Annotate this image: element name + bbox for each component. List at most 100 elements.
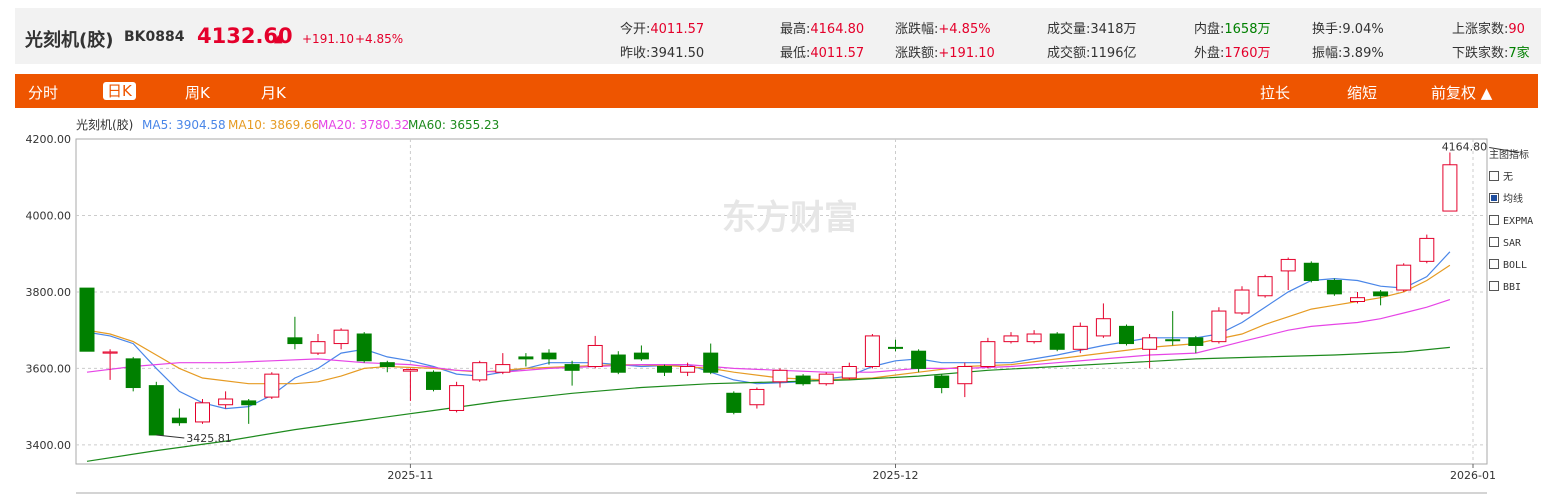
indicator-option-label: 均线	[1503, 194, 1523, 205]
stat-item: 涨跌幅:+4.85%	[895, 18, 991, 37]
watermark-text: 东方财富	[722, 198, 858, 238]
low-annotation: 3425.81	[186, 432, 232, 445]
kline-chart[interactable]: 3400.00 3600.00 3800.00 4000.00 4200.00 2025-…	[0, 112, 1541, 496]
candle-down	[518, 356, 534, 360]
stat-item: 外盘:1760万	[1194, 42, 1270, 61]
checkbox-icon[interactable]	[1489, 171, 1499, 181]
tab-weekly-k[interactable]: 周K	[185, 82, 210, 103]
indicator-option-label: EXPMA	[1503, 216, 1534, 227]
checkbox-icon[interactable]	[1489, 259, 1499, 269]
y-tick-label: 4200.00	[26, 133, 72, 146]
candle-up	[1095, 318, 1111, 337]
indicator-option[interactable]: BBI	[1489, 277, 1541, 299]
x-tick-label: 2025-11	[387, 469, 433, 482]
candle-down	[426, 371, 441, 390]
legend-name: 光刻机(胶)	[76, 117, 133, 132]
candle-up	[1234, 289, 1250, 314]
candle-up	[680, 366, 696, 373]
candle-down	[726, 392, 742, 413]
candle-up	[1396, 264, 1412, 291]
indicator-option[interactable]: SAR	[1489, 233, 1541, 255]
candle-up	[264, 373, 280, 398]
stat-item: 上涨家数:90	[1452, 18, 1525, 37]
candle-up	[333, 329, 349, 345]
candle-up	[310, 341, 326, 354]
legend-item: MA20: 3780.32	[318, 118, 409, 132]
y-tick-label: 3400.00	[26, 439, 72, 452]
candle-up	[749, 388, 765, 406]
candle-down	[125, 358, 141, 389]
tab-monthly-k[interactable]: 月K	[261, 82, 286, 103]
candle-up	[195, 402, 210, 423]
adjust-mode-dropdown[interactable]: 前复权 ▲	[1431, 82, 1492, 103]
stat-value: 1196亿	[1090, 46, 1137, 61]
candle-down	[1303, 262, 1319, 281]
stat-item: 振幅:3.89%	[1312, 42, 1384, 61]
checkbox-icon[interactable]	[1489, 237, 1499, 247]
plot-frame	[75, 138, 1488, 465]
up-arrow-icon: ▲	[274, 32, 283, 45]
stat-label: 振幅:	[1312, 46, 1343, 61]
candle-up	[472, 362, 488, 381]
stat-label: 昨收:	[620, 46, 651, 61]
stat-value: +4.85%	[938, 22, 991, 37]
stat-label: 涨跌幅:	[895, 22, 939, 37]
stat-item: 成交量:3418万	[1047, 18, 1136, 37]
candle-down	[287, 337, 303, 345]
stretch-button[interactable]: 拉长	[1260, 82, 1290, 103]
stat-value: +191.10	[938, 46, 995, 61]
stat-value: 4164.80	[810, 22, 865, 37]
indicator-option-label: BBI	[1503, 282, 1522, 293]
candle-down	[657, 366, 672, 373]
candle-down	[633, 352, 649, 360]
stat-item: 涨跌额:+191.10	[895, 42, 995, 61]
indicator-option-label: 无	[1503, 172, 1513, 183]
indicator-option[interactable]: EXPMA	[1489, 211, 1541, 233]
stat-item: 内盘:1658万	[1194, 18, 1270, 37]
candle-up	[587, 344, 603, 367]
stat-label: 换手:	[1312, 22, 1343, 37]
indicator-option[interactable]: BOLL	[1489, 255, 1541, 277]
stat-item: 最高:4164.80	[780, 18, 864, 37]
candle-up	[1419, 237, 1435, 262]
candle-down	[241, 400, 257, 406]
stat-item: 成交额:1196亿	[1047, 42, 1136, 61]
y-tick-label: 4000.00	[26, 209, 72, 222]
indicator-panel: 主图指标 无均线 EXPMA SAR BOLL BBI	[1489, 145, 1541, 299]
checkbox-icon[interactable]	[1489, 193, 1499, 203]
price-change-pct: +4.85%	[355, 32, 404, 46]
tab-intraday[interactable]: 分时	[28, 82, 58, 103]
indicator-option-label: BOLL	[1503, 260, 1528, 271]
stat-value: 90	[1508, 22, 1525, 37]
candle-up	[1211, 310, 1227, 343]
candle-down	[610, 354, 626, 373]
checkbox-icon[interactable]	[1489, 281, 1499, 291]
indicator-option[interactable]: 均线	[1489, 189, 1541, 211]
stat-label: 成交额:	[1047, 46, 1091, 61]
candle-up	[1280, 258, 1296, 272]
candle-down	[1119, 325, 1134, 345]
candle-down	[703, 352, 719, 373]
stat-item: 最低:4011.57	[780, 42, 864, 61]
checkbox-icon[interactable]	[1489, 215, 1499, 225]
indicator-option[interactable]: 无	[1489, 167, 1541, 189]
stat-item: 下跌家数:7家	[1452, 42, 1530, 61]
stat-label: 成交量:	[1047, 22, 1091, 37]
high-annotation: 4164.80	[1442, 140, 1488, 153]
candle-down	[888, 346, 903, 349]
candle-down	[1326, 279, 1342, 295]
stat-value: 7家	[1508, 46, 1530, 61]
candle-up	[1257, 276, 1273, 297]
candle-down	[379, 362, 395, 367]
candle-down	[79, 287, 95, 352]
candle-up	[980, 341, 996, 368]
legend-item: MA60: 3655.23	[408, 118, 499, 132]
y-tick-label: 3800.00	[26, 286, 72, 299]
candle-down	[171, 417, 187, 424]
candle-up	[1142, 337, 1158, 350]
tab-daily-k[interactable]: 日K	[103, 82, 136, 100]
candle-down	[541, 352, 557, 360]
stat-label: 最高:	[780, 22, 811, 37]
candle-down	[795, 375, 811, 385]
shrink-button[interactable]: 缩短	[1347, 82, 1377, 103]
